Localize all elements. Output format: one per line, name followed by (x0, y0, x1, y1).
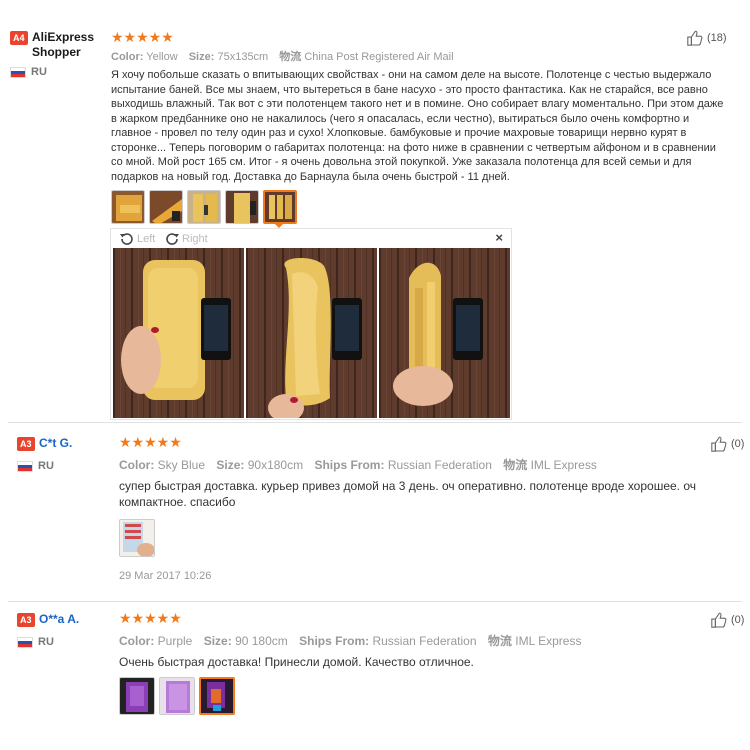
review-photo-thumbnails (119, 519, 155, 557)
reviewer-country: RU (38, 460, 54, 472)
shipping-label: 物流 (487, 634, 512, 648)
color-label: Color: (119, 634, 155, 648)
reviewer-country: RU (38, 636, 54, 648)
review-photo-thumbnails (111, 190, 297, 224)
color-value: Purple (157, 634, 193, 648)
helpful-button[interactable]: (0) (710, 611, 744, 629)
photo-thumbnail-selected[interactable] (199, 677, 235, 715)
shipping-value: China Post Registered Air Mail (304, 51, 454, 63)
thumbs-up-icon (710, 435, 728, 453)
review-text: супер быстрая доставка. курьер привез до… (119, 479, 697, 509)
photo-thumbnail[interactable] (111, 190, 145, 224)
size-value: 75x135cm (217, 51, 269, 63)
photo-thumbnail[interactable] (187, 190, 221, 224)
reviewer-country: RU (31, 66, 47, 78)
photo-viewer-toolbar: Left Right × (111, 229, 511, 247)
size-label: Size: (188, 51, 215, 63)
close-icon[interactable]: × (495, 230, 503, 245)
ships-from-value: Russian Federation (387, 458, 492, 472)
reviewer-name: C*t G. (39, 436, 73, 450)
review-photo (246, 248, 377, 418)
flag-ru-icon (17, 461, 33, 472)
rating-stars: ★★★★★ (119, 610, 182, 626)
shipping-value: IML Express (530, 458, 597, 472)
rotate-right-label: Right (182, 233, 208, 245)
review-text: Я хочу побольше сказать о впитывающих св… (111, 69, 724, 183)
color-label: Color: (111, 51, 144, 63)
reviewer-name: AliExpress Shopper (32, 30, 95, 59)
shipping-label: 物流 (503, 458, 528, 472)
thumbs-up-icon (686, 29, 704, 47)
rotate-left-button[interactable]: Left (119, 231, 155, 247)
ships-from-label: Ships From: (299, 634, 370, 648)
flag-ru-icon (10, 67, 26, 78)
size-value: 90x180cm (247, 458, 304, 472)
review-photo-thumbnails (119, 677, 235, 715)
buyer-level-badge: A3 (17, 613, 35, 627)
helpful-count: (0) (731, 614, 745, 626)
order-attributes: Color: Yellow Size: 75x135cm 物流 China Po… (111, 48, 462, 64)
size-label: Size: (216, 458, 245, 472)
size-value: 90 180cm (235, 634, 288, 648)
photo-viewer: Left Right × (110, 228, 512, 420)
photo-thumbnail[interactable] (149, 190, 183, 224)
review-item: A4 AliExpress Shopper RU ★★★★★ Color: Ye… (0, 0, 750, 422)
helpful-count: (18) (707, 32, 727, 44)
rotate-left-label: Left (137, 233, 156, 245)
rotate-left-icon (120, 233, 133, 245)
size-label: Size: (203, 634, 232, 648)
flag-ru-icon (17, 637, 33, 648)
thumbs-up-icon (710, 611, 728, 629)
helpful-count: (0) (731, 438, 745, 450)
review-item: A3 C*t G. RU ★★★★★ Color: Sky Blue Size:… (0, 423, 750, 601)
helpful-button[interactable]: (0) (710, 435, 744, 453)
photo-thumbnail[interactable] (159, 677, 195, 715)
review-item: A3 O**a A. RU ★★★★★ Color: Purple Size: … (0, 602, 750, 750)
order-attributes: Color: Sky Blue Size: 90x180cm Ships Fro… (119, 456, 605, 473)
shipping-label: 物流 (279, 51, 302, 63)
rating-stars: ★★★★★ (111, 29, 174, 45)
photo-thumbnail[interactable] (119, 519, 155, 557)
review-photo (113, 248, 244, 418)
photo-thumbnail[interactable] (119, 677, 155, 715)
review-date: 29 Mar 2017 10:26 (119, 570, 212, 582)
color-label: Color: (119, 458, 155, 472)
color-value: Sky Blue (157, 458, 206, 472)
rotate-right-button[interactable]: Right (164, 231, 208, 247)
review-text: Очень быстрая доставка! Принесли домой. … (119, 655, 474, 669)
photo-thumbnail[interactable] (225, 190, 259, 224)
order-attributes: Color: Purple Size: 90 180cm Ships From:… (119, 632, 589, 649)
helpful-button[interactable]: (18) (686, 29, 727, 47)
rating-stars: ★★★★★ (119, 434, 182, 450)
buyer-level-badge: A4 (10, 31, 28, 45)
shipping-value: IML Express (515, 634, 582, 648)
review-photo (379, 248, 510, 418)
ships-from-label: Ships From: (314, 458, 385, 472)
photo-viewer-images (113, 248, 510, 418)
color-value: Yellow (146, 51, 178, 63)
ships-from-value: Russian Federation (372, 634, 477, 648)
buyer-level-badge: A3 (17, 437, 35, 451)
photo-thumbnail-selected[interactable] (263, 190, 297, 224)
rotate-right-icon (166, 233, 179, 245)
reviewer-name: O**a A. (39, 612, 80, 626)
